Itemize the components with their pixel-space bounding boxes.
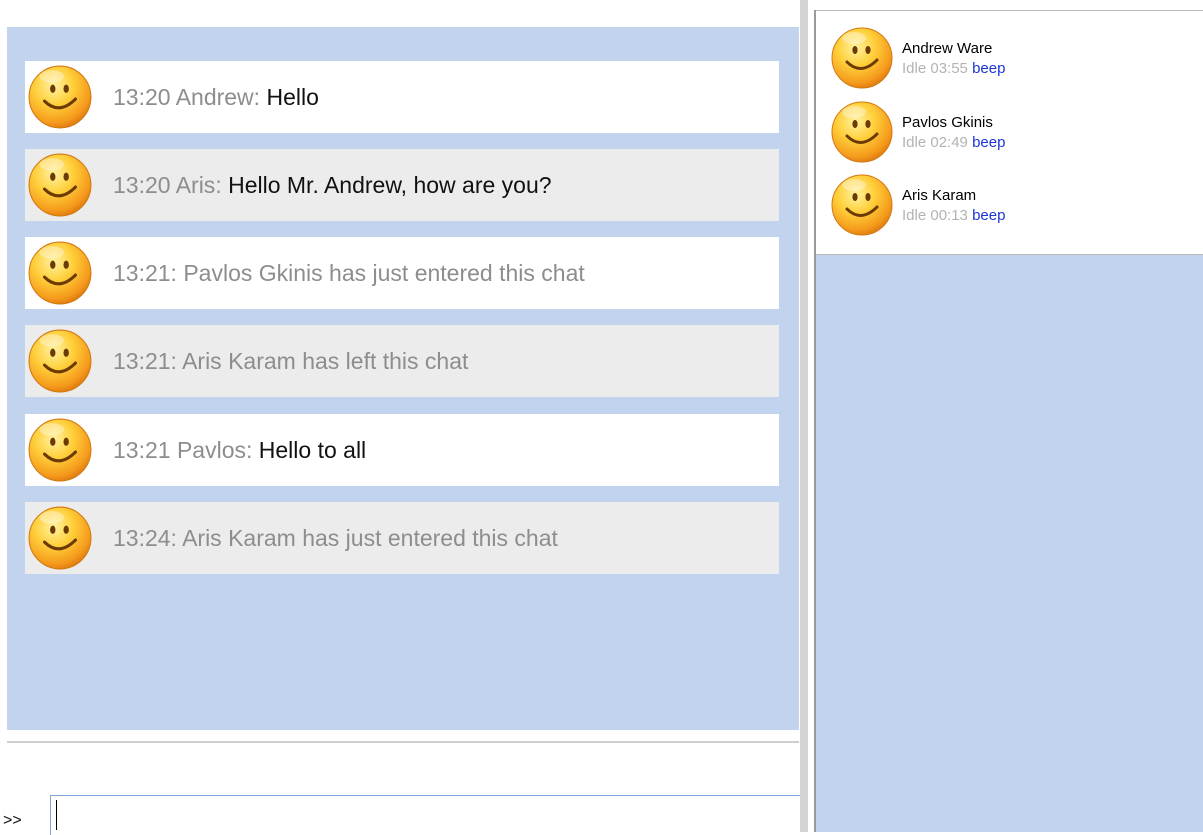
beep-link[interactable]: beep [972, 207, 1005, 224]
system-message: 13:24: Aris Karam has just entered this … [25, 502, 779, 574]
message-text: 13:20 Aris: Hello Mr. Andrew, how are yo… [113, 171, 552, 198]
idle-time: Idle 03:55 [902, 60, 968, 77]
text-caret [56, 800, 57, 830]
input-prompt-label: >> [3, 812, 22, 829]
system-message: 13:21: Pavlos Gkinis has just entered th… [25, 237, 779, 309]
message-body: Hello to all [258, 436, 367, 463]
smiley-face-icon [27, 505, 93, 571]
system-message-text: 13:21: Pavlos Gkinis has just entered th… [113, 259, 585, 286]
chat-message: 13:20 Andrew: Hello [25, 61, 779, 133]
chat-messages-pane[interactable]: 13:20 Andrew: Hello 13:20 Aris: Hello Mr… [7, 27, 799, 730]
beep-link[interactable]: beep [972, 134, 1005, 151]
chat-message: 13:21 Pavlos: Hello to all [25, 414, 779, 486]
message-time: 13:20 [113, 83, 171, 110]
system-message-text: 13:21: Aris Karam has left this chat [113, 347, 469, 374]
smiley-face-icon [27, 152, 93, 218]
smiley-face-icon [27, 328, 93, 394]
smiley-face-icon [27, 64, 93, 130]
user-status: Idle 00:13 beep [902, 207, 1005, 224]
user-list-item: Andrew Ware Idle 03:55 beep [830, 23, 1200, 93]
message-body: Hello [266, 83, 319, 110]
message-sender: Pavlos [176, 436, 246, 463]
users-pane: Andrew Ware Idle 03:55 beep Pavlos Gkini… [814, 10, 1203, 832]
online-users-list: Andrew Ware Idle 03:55 beep Pavlos Gkini… [816, 10, 1203, 255]
user-name: Andrew Ware [902, 40, 993, 57]
user-list-item: Aris Karam Idle 00:13 beep [830, 170, 1200, 240]
message-sender: Andrew [175, 83, 254, 110]
system-message-text: 13:24: Aris Karam has just entered this … [113, 524, 558, 551]
smiley-face-icon [830, 173, 894, 237]
user-name: Pavlos Gkinis [902, 114, 993, 131]
idle-time: Idle 02:49 [902, 134, 968, 151]
pane-splitter[interactable] [800, 0, 808, 832]
user-status: Idle 02:49 beep [902, 134, 1005, 151]
user-status: Idle 03:55 beep [902, 60, 1005, 77]
user-name: Aris Karam [902, 187, 977, 204]
beep-link[interactable]: beep [972, 60, 1005, 77]
smiley-face-icon [27, 417, 93, 483]
chat-message: 13:20 Aris: Hello Mr. Andrew, how are yo… [25, 149, 779, 221]
message-body: Hello Mr. Andrew, how are you? [228, 171, 552, 198]
chat-message-input[interactable] [50, 795, 802, 835]
message-time: 13:21 [113, 436, 171, 463]
smiley-face-icon [830, 100, 894, 164]
message-text: 13:20 Andrew: Hello [113, 83, 319, 110]
smiley-face-icon [27, 240, 93, 306]
user-list-item: Pavlos Gkinis Idle 02:49 beep [830, 97, 1200, 167]
idle-time: Idle 00:13 [902, 207, 968, 224]
system-message: 13:21: Aris Karam has left this chat [25, 325, 779, 397]
message-sender: Aris [175, 171, 216, 198]
smiley-face-icon [830, 26, 894, 90]
message-time: 13:20 [113, 171, 171, 198]
message-text: 13:21 Pavlos: Hello to all [113, 436, 367, 463]
input-divider [7, 741, 799, 743]
